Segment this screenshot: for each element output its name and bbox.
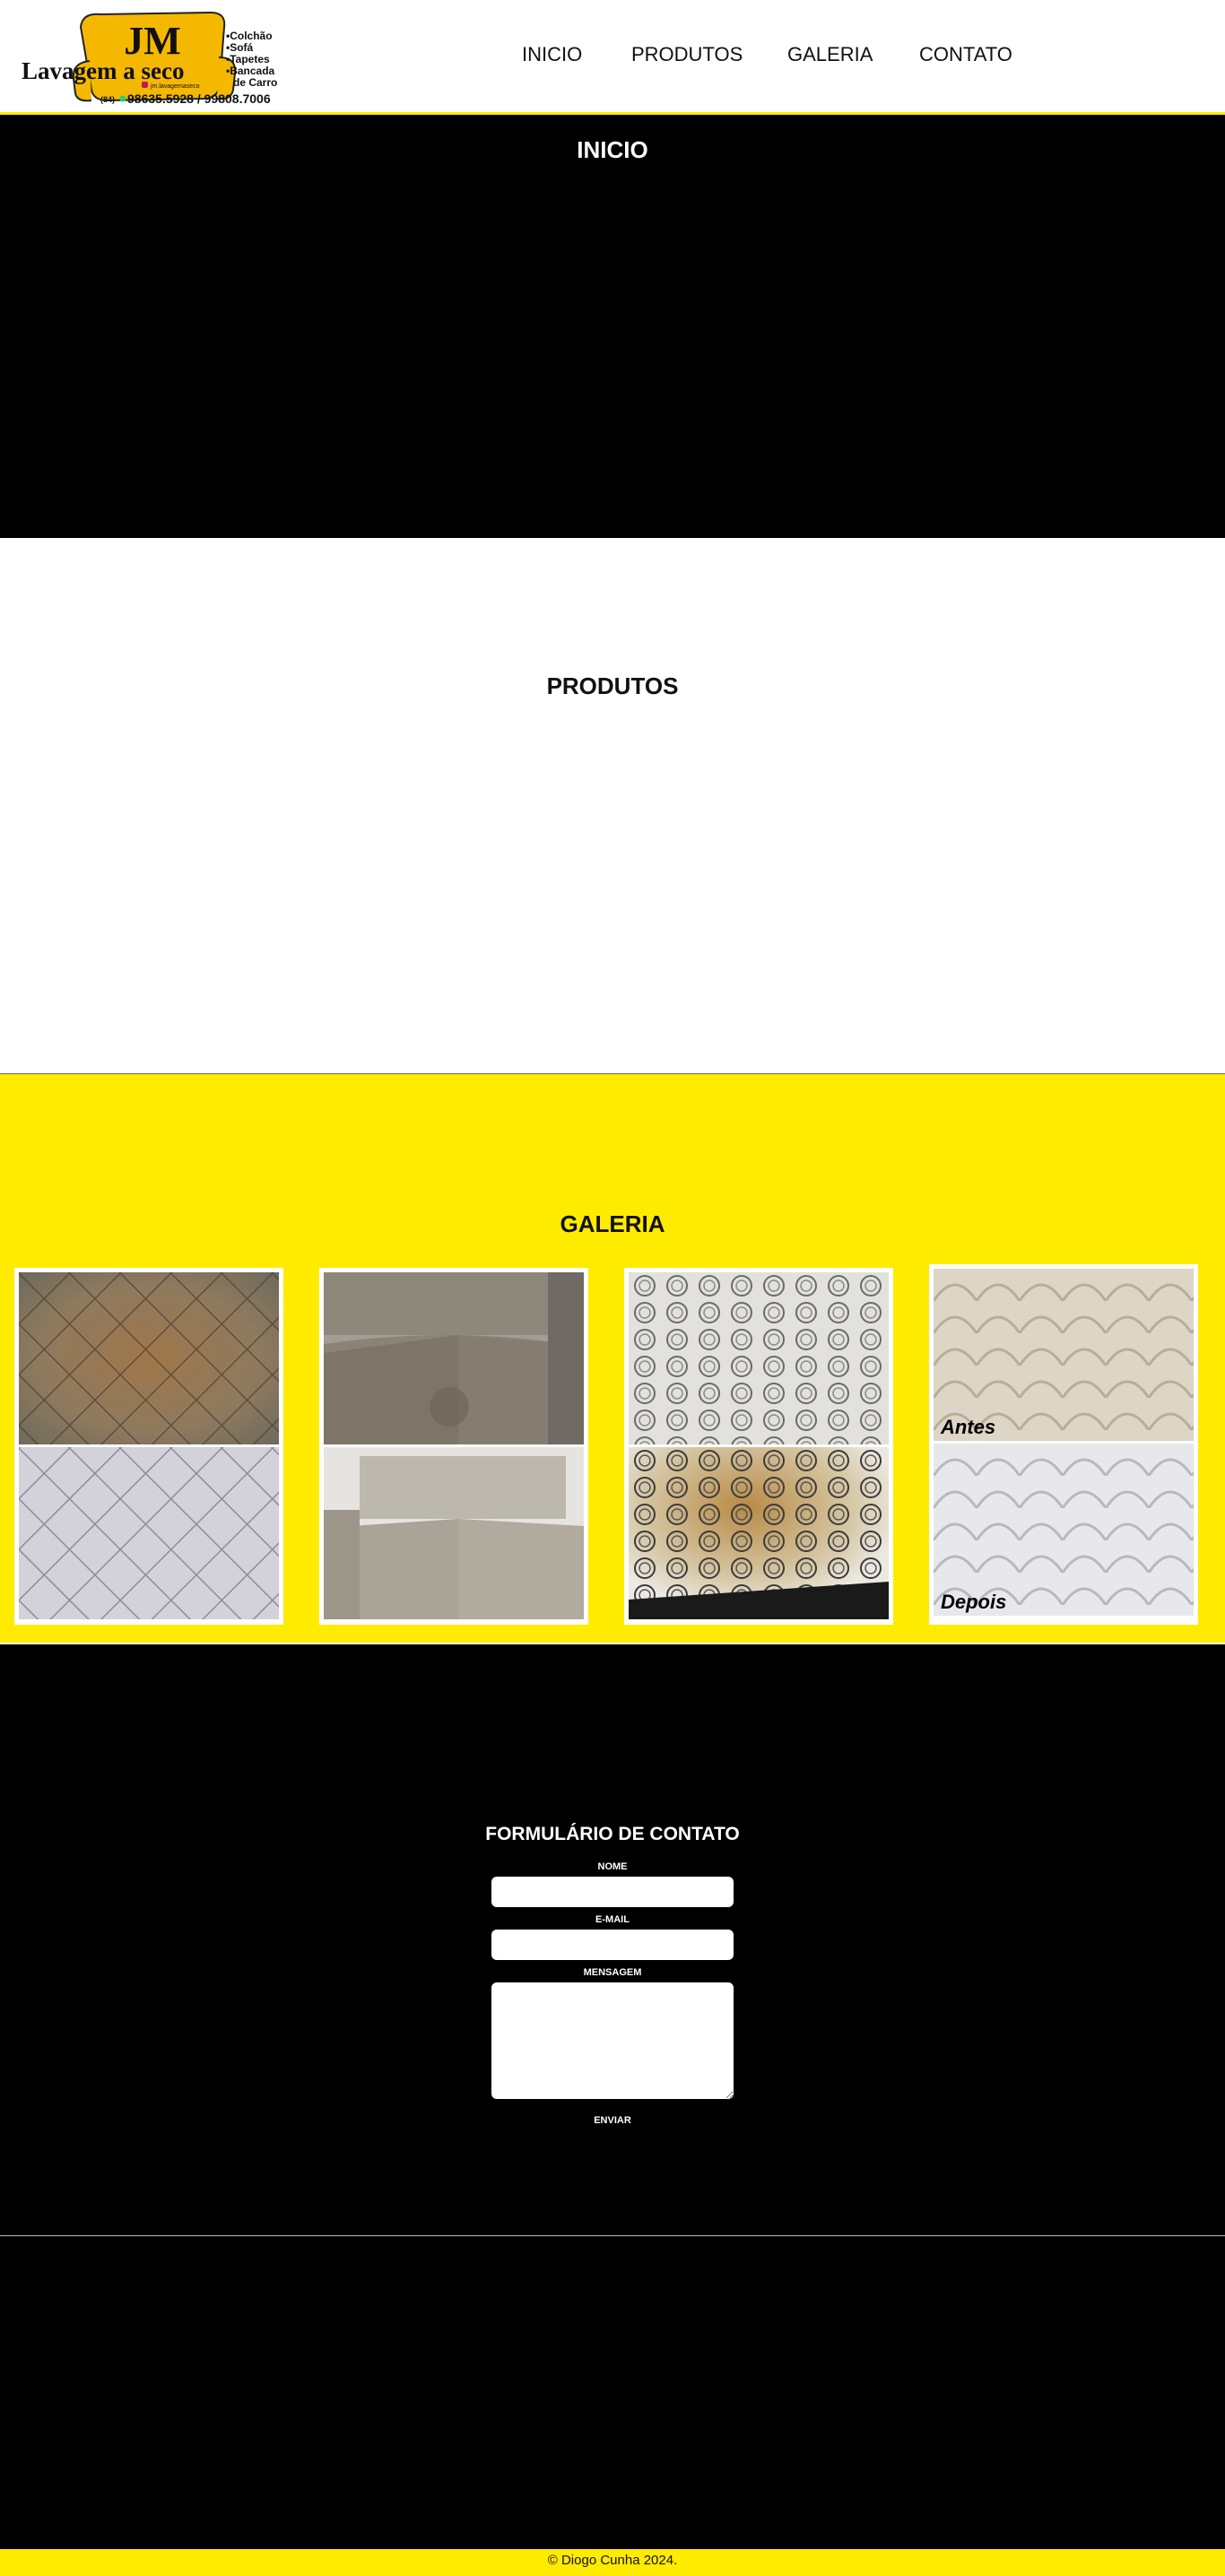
submit-button[interactable]: ENVIAR <box>594 2115 631 2126</box>
nav-inicio[interactable]: INICIO <box>522 43 582 66</box>
gallery-card-mattress-circles[interactable] <box>624 1268 893 1625</box>
contact-form-title: FORMULÁRIO DE CONTATO <box>485 1824 740 1844</box>
galeria-title: GALERIA <box>560 1210 665 1237</box>
nav-contato[interactable]: CONTATO <box>919 43 1012 66</box>
logo-service-1: •Colchão <box>226 30 273 42</box>
gallery-card-mattress-quilted[interactable] <box>14 1268 283 1625</box>
nav-galeria[interactable]: GALERIA <box>787 43 873 66</box>
produtos-section: PRODUTOS <box>0 538 1225 1074</box>
produtos-title: PRODUTOS <box>546 672 679 699</box>
email-input[interactable] <box>491 1930 734 1960</box>
photo-antes: Antes <box>934 1269 1194 1441</box>
site-footer: © Diogo Cunha 2024. <box>0 2549 1225 2576</box>
contato-section: FORMULÁRIO DE CONTATO NOME E-MAIL MENSAG… <box>0 1644 1225 2236</box>
inicio-title: INICIO <box>577 136 648 163</box>
email-label: E-MAIL <box>595 1914 630 1925</box>
logo-instagram: jm.lavagemaseco <box>150 83 200 90</box>
photo-after <box>629 1272 889 1444</box>
message-label: MENSAGEM <box>583 1967 642 1978</box>
photo-before <box>324 1272 584 1444</box>
caption-antes: Antes <box>941 1416 996 1438</box>
whatsapp-icon <box>119 95 126 102</box>
gallery-card-sofa[interactable] <box>319 1268 588 1625</box>
galeria-section: GALERIA Antes Depois <box>0 1074 1225 1644</box>
logo-mark: JM <box>124 19 181 63</box>
photo-before <box>19 1272 279 1444</box>
caption-depois: Depois <box>941 1591 1007 1613</box>
logo-service-4: •Bancada <box>226 65 275 77</box>
contact-form: NOME E-MAIL MENSAGEM ENVIAR <box>491 1861 734 2126</box>
inicio-section: INICIO <box>0 115 1225 538</box>
logo-service-3: •Tapetes <box>226 53 270 65</box>
company-logo[interactable]: JM Lavagem a seco •Colchão •Sofá •Tapete… <box>18 7 296 110</box>
message-textarea[interactable] <box>491 1982 734 2099</box>
logo-area-code: (84) <box>100 95 115 104</box>
logo-service-2: •Sofá <box>226 41 254 54</box>
empty-section <box>0 2236 1225 2549</box>
logo-service-5: de Carro <box>233 76 277 89</box>
logo-phones: 98635.5928 / 99808.7006 <box>127 91 271 106</box>
name-input[interactable] <box>491 1877 734 1907</box>
instagram-icon <box>142 82 148 88</box>
nav-produtos[interactable]: PRODUTOS <box>631 43 743 66</box>
site-header: JM Lavagem a seco •Colchão •Sofá •Tapete… <box>0 0 1225 115</box>
footer-copyright: © Diogo Cunha 2024. <box>547 2553 678 2568</box>
photo-after <box>19 1447 279 1619</box>
photo-after <box>324 1447 584 1619</box>
name-label: NOME <box>597 1861 628 1872</box>
logo-name: Lavagem a seco <box>22 57 184 84</box>
photo-before <box>629 1447 889 1619</box>
gallery-card-antes-depois[interactable]: Antes Depois <box>929 1264 1198 1625</box>
photo-depois: Depois <box>934 1444 1194 1616</box>
